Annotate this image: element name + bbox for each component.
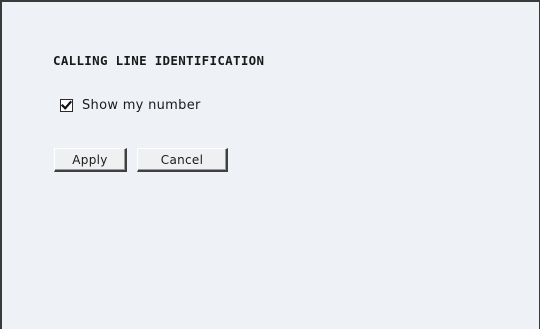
- section-title: CALLING LINE IDENTIFICATION: [53, 53, 265, 68]
- cancel-button[interactable]: Cancel: [137, 148, 228, 172]
- show-number-label[interactable]: Show my number: [82, 98, 201, 113]
- show-number-checkbox[interactable]: [60, 99, 73, 112]
- settings-panel: CALLING LINE IDENTIFICATION Show my numb…: [0, 0, 540, 329]
- show-number-option: Show my number: [60, 98, 201, 113]
- apply-button[interactable]: Apply: [54, 148, 127, 172]
- checkmark-icon: [61, 100, 72, 110]
